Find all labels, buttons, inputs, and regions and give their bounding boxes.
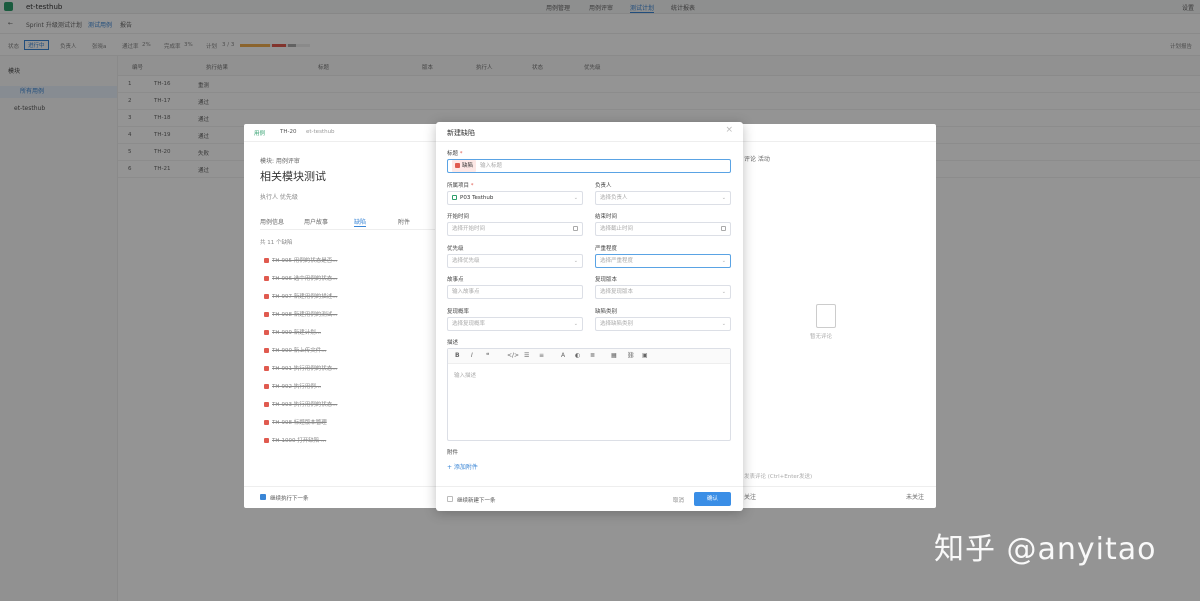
divider bbox=[436, 141, 743, 142]
confirm-button[interactable]: 确认 bbox=[694, 492, 731, 506]
bug-item[interactable]: TH-996 选中用例的状态... bbox=[264, 274, 337, 282]
calendar-icon bbox=[721, 226, 726, 231]
empty-comments-text: 暂无评论 bbox=[810, 334, 833, 340]
probability-label: 复现概率 bbox=[447, 309, 470, 315]
bold-icon[interactable]: B bbox=[455, 352, 460, 359]
bug-item[interactable]: TH-995 用例的状态是否... bbox=[264, 256, 337, 264]
font-color-icon[interactable]: A bbox=[561, 352, 565, 359]
case-code: TH-20 bbox=[280, 129, 297, 135]
severity-label: 严重程度 bbox=[595, 246, 618, 252]
case-module: 模块: 用例评审 bbox=[260, 158, 300, 165]
start-time-label: 开始时间 bbox=[447, 214, 470, 220]
chevron-down-icon: ⌄ bbox=[721, 321, 726, 327]
bug-item[interactable]: TH-993 执行用例的状态... bbox=[264, 400, 337, 408]
quote-icon[interactable]: ❝ bbox=[486, 352, 489, 359]
chevron-down-icon: ⌄ bbox=[573, 321, 578, 327]
continue-execute-label: 继续执行下一条 bbox=[270, 496, 309, 502]
bug-item[interactable]: TH-997 新建用例的描述... bbox=[264, 292, 337, 300]
project-select[interactable]: P03 Testhub ⌄ bbox=[447, 191, 583, 205]
story-point-label: 故事点 bbox=[447, 277, 464, 283]
table-icon[interactable]: ▦ bbox=[611, 352, 617, 359]
probability-select[interactable]: 选择复现概率 ⌄ bbox=[447, 317, 583, 331]
close-icon[interactable]: × bbox=[725, 125, 733, 135]
align-icon[interactable]: ≣ bbox=[590, 352, 595, 359]
chevron-down-icon: ⌄ bbox=[573, 258, 578, 264]
bug-item[interactable]: TH-999 新建计划... bbox=[264, 328, 321, 336]
case-title: 相关模块测试 bbox=[260, 170, 326, 183]
bug-icon bbox=[455, 163, 460, 168]
bug-type-tag[interactable]: 缺陷 bbox=[452, 160, 477, 172]
image-icon[interactable]: ▣ bbox=[642, 352, 648, 359]
bug-count: 共 11 个缺陷 bbox=[260, 240, 293, 246]
editor-toolbar: B I ❝ </> ☰ ≡ A ◐ ≣ ▦ ⛓ ▣ bbox=[448, 349, 730, 364]
project-icon bbox=[452, 195, 457, 200]
bug-item[interactable]: TH-998 标题版本管理 bbox=[264, 418, 327, 426]
title-label: 标题 * bbox=[447, 151, 463, 157]
chevron-down-icon: ⌄ bbox=[721, 289, 726, 295]
story-point-input[interactable]: 输入故事点 bbox=[447, 285, 583, 299]
project-label: 所属项目 * bbox=[447, 183, 474, 189]
link-icon[interactable]: ⛓ bbox=[627, 352, 635, 359]
calendar-icon bbox=[573, 226, 578, 231]
dialog-title: 新建缺陷 bbox=[447, 129, 475, 137]
code-icon[interactable]: </> bbox=[507, 352, 519, 359]
bullet-list-icon[interactable]: ≡ bbox=[539, 352, 544, 359]
detail-right-tabs[interactable]: 评论 活动 bbox=[744, 154, 770, 163]
case-fields: 执行人 优先级 bbox=[260, 194, 298, 201]
bug-item[interactable]: TH-990 新上传文件... bbox=[264, 346, 326, 354]
tab-case-info[interactable]: 用例信息 bbox=[260, 217, 284, 226]
tab-attachments[interactable]: 附件 bbox=[398, 217, 410, 226]
end-time-picker[interactable]: 选择截止时间 bbox=[595, 222, 731, 236]
chevron-down-icon: ⌄ bbox=[721, 195, 726, 201]
detail-tabs: 用例信息 用户故事 缺陷 附件 bbox=[260, 216, 435, 230]
continue-create-label: 继续新建下一条 bbox=[457, 498, 496, 504]
assignee-label: 负责人 bbox=[595, 183, 612, 189]
assignee-select[interactable]: 选择负责人 ⌄ bbox=[595, 191, 731, 205]
chevron-down-icon: ⌄ bbox=[721, 258, 726, 264]
end-time-label: 结束时间 bbox=[595, 214, 618, 220]
description-placeholder: 输入描述 bbox=[454, 373, 477, 379]
description-editor[interactable]: B I ❝ </> ☰ ≡ A ◐ ≣ ▦ ⛓ ▣ 输入描述 bbox=[447, 348, 731, 441]
chevron-down-icon: ⌄ bbox=[573, 195, 578, 201]
bug-item[interactable]: TH-992 执行用例... bbox=[264, 382, 321, 390]
attachment-label: 附件 bbox=[447, 450, 459, 456]
version-select[interactable]: 选择复现版本 ⌄ bbox=[595, 285, 731, 299]
priority-select[interactable]: 选择优先级 ⌄ bbox=[447, 254, 583, 268]
add-attachment-button[interactable]: + 添加附件 bbox=[447, 462, 478, 471]
category-select[interactable]: 选择缺陷类别 ⌄ bbox=[595, 317, 731, 331]
severity-select[interactable]: 选择严重程度 ⌄ bbox=[595, 254, 731, 268]
category-label: 缺陷类别 bbox=[595, 309, 618, 315]
watermark: 知乎 @anyitao bbox=[934, 532, 1157, 567]
empty-comments-icon bbox=[816, 304, 836, 328]
bug-item[interactable]: TH-1000 打开缺陷 ... bbox=[264, 436, 326, 444]
case-project: et-testhub bbox=[306, 129, 335, 135]
continue-execute-checkbox[interactable] bbox=[260, 494, 266, 500]
bug-item[interactable]: TH-998 新建用例的测试... bbox=[264, 310, 337, 318]
cancel-button[interactable]: 取消 bbox=[673, 496, 684, 504]
case-type-tag: 用例 bbox=[254, 131, 266, 137]
tab-user-story[interactable]: 用户故事 bbox=[304, 217, 328, 226]
continue-create-checkbox[interactable] bbox=[447, 496, 453, 502]
dialog-footer: 继续新建下一条 取消 确认 bbox=[436, 486, 743, 511]
new-bug-dialog: 新建缺陷 × 标题 * 缺陷 输入标题 所属项目 * P03 Testhub ⌄ 负… bbox=[436, 122, 743, 511]
description-label: 描述 bbox=[447, 340, 459, 346]
title-input[interactable]: 缺陷 输入标题 bbox=[447, 159, 731, 173]
priority-label: 优先级 bbox=[447, 246, 464, 252]
bug-item[interactable]: TH-991 执行用例的状态... bbox=[264, 364, 337, 372]
comment-input[interactable]: 发表评论 (Ctrl+Enter发送) bbox=[744, 472, 812, 480]
tab-bugs[interactable]: 缺陷 bbox=[354, 217, 367, 227]
italic-icon[interactable]: I bbox=[471, 352, 473, 359]
start-time-picker[interactable]: 选择开始时间 bbox=[447, 222, 583, 236]
ordered-list-icon[interactable]: ☰ bbox=[524, 352, 529, 359]
highlight-icon[interactable]: ◐ bbox=[575, 352, 580, 359]
version-label: 复现版本 bbox=[595, 277, 618, 283]
